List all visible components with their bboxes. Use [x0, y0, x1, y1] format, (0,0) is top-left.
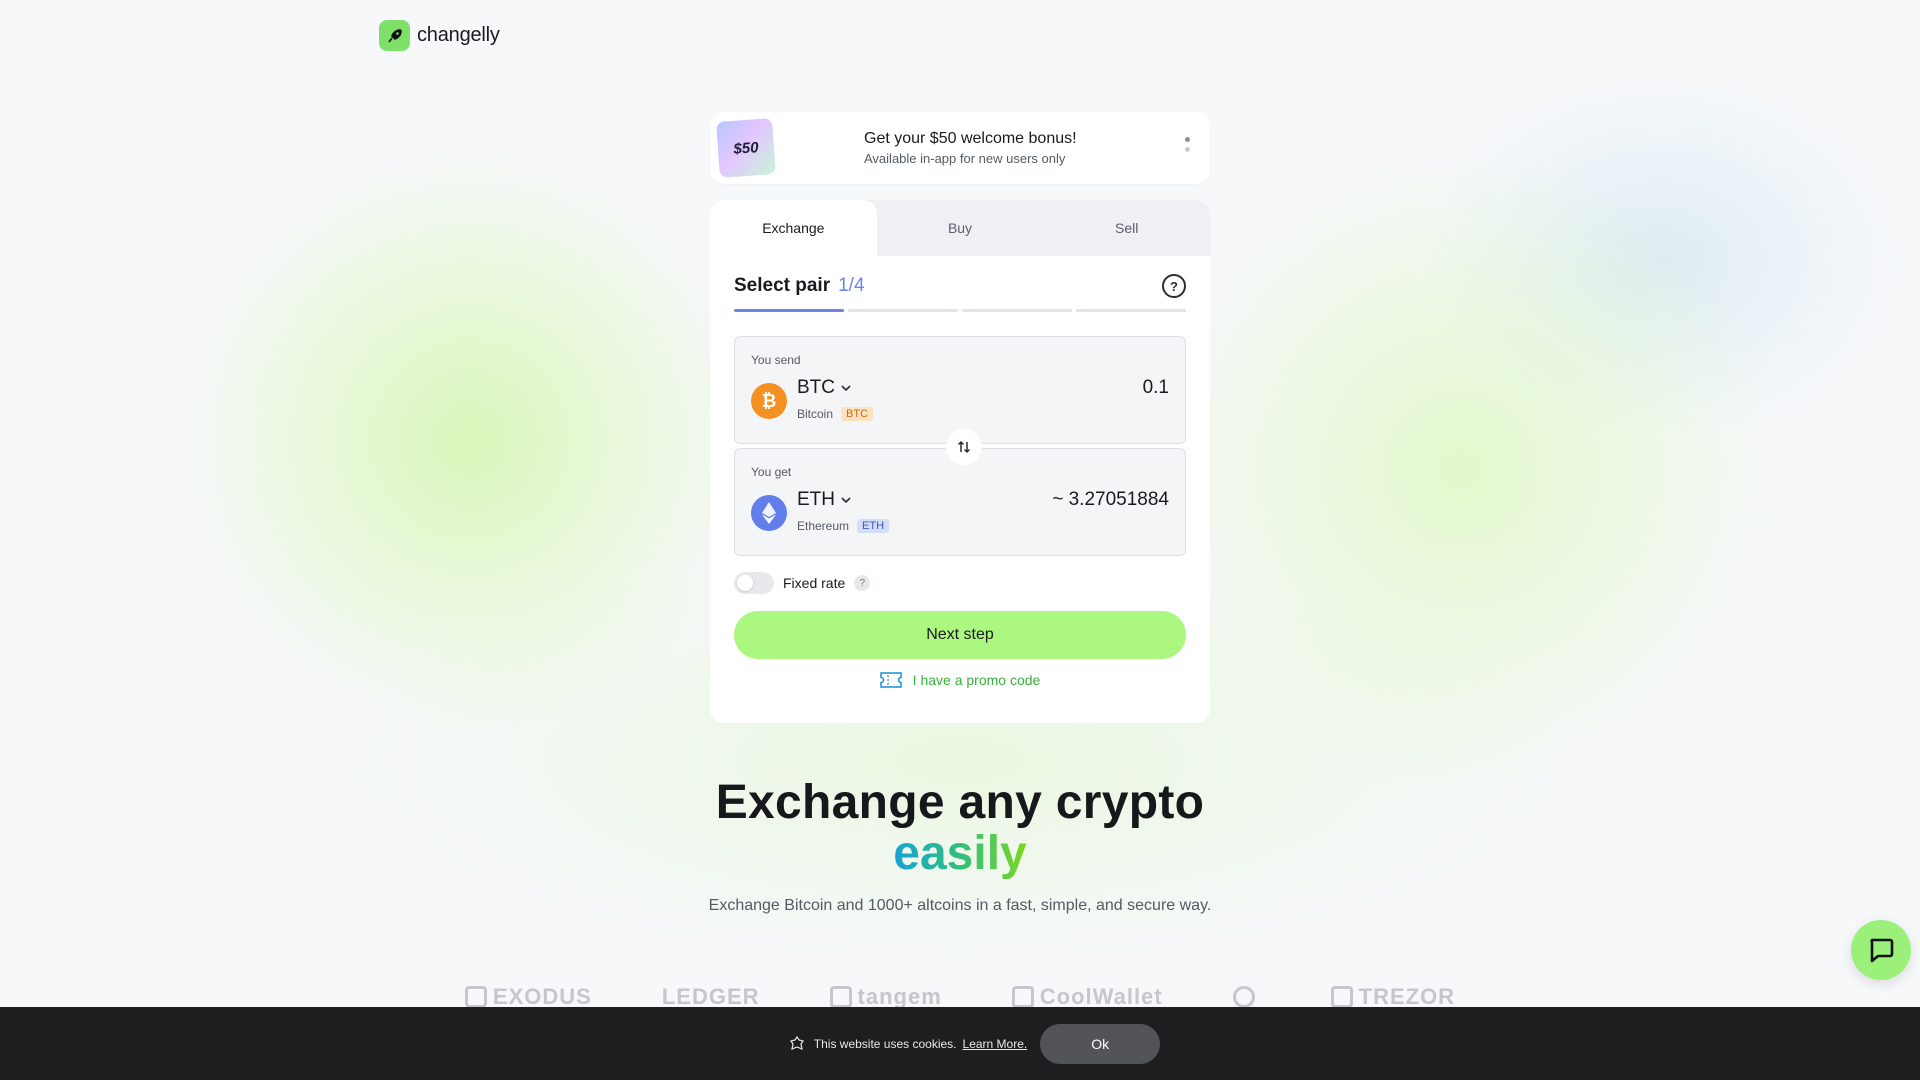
exchange-widget: Exchange Buy Sell Select pair 1/4 ? You … — [710, 200, 1210, 723]
progress-segment — [962, 309, 1072, 312]
hero-subtitle: Exchange Bitcoin and 1000+ altcoins in a… — [708, 897, 1212, 914]
tab-exchange[interactable]: Exchange — [710, 200, 877, 256]
send-label: You send — [751, 353, 801, 367]
ethereum-icon — [751, 495, 787, 531]
chevron-down-icon — [841, 496, 851, 503]
get-label: You get — [751, 465, 792, 479]
widget-tabs: Exchange Buy Sell — [710, 200, 1210, 256]
cookie-icon — [789, 1035, 804, 1050]
hero-accent: easily — [0, 826, 1920, 881]
partner-logo-tangem: tangem — [829, 985, 942, 1009]
send-currency-select[interactable]: BTC — [797, 377, 851, 399]
get-coin-fullname: Ethereum — [797, 519, 850, 533]
next-step-button[interactable]: Next step — [734, 611, 1186, 659]
get-coin-name: Ethereum ETH — [797, 519, 890, 533]
cookie-text: This website uses cookies. — [813, 1036, 957, 1051]
partner-logos: EXODUS LEDGER tangem CoolWallet TREZOR — [0, 985, 1920, 1009]
ticket-icon — [879, 672, 902, 688]
get-amount-value: ~ 3.27051884 — [1052, 489, 1169, 510]
cookie-learn-more-link[interactable]: Learn More. — [963, 1037, 1028, 1051]
send-network-badge: BTC — [841, 407, 874, 421]
tab-buy[interactable]: Buy — [877, 200, 1044, 256]
partner-logo-exodus: EXODUS — [464, 985, 592, 1009]
hero-title: Exchange any crypto — [715, 776, 1205, 829]
progress-segment — [848, 309, 958, 312]
step-header: Select pair 1/4 ? — [734, 274, 1186, 298]
send-coin-name: Bitcoin BTC — [797, 407, 874, 421]
fixed-rate-label: Fixed rate — [783, 575, 846, 591]
banner-subtitle: Available in-app for new users only — [864, 151, 1066, 166]
bonus-thumbnail: $50 — [716, 118, 776, 178]
step-progress — [734, 309, 1186, 312]
send-ticker: BTC — [797, 377, 835, 398]
bitcoin-icon: ₿ — [751, 383, 787, 419]
welcome-bonus-banner[interactable]: $50 Get your $50 welcome bonus! Availabl… — [710, 112, 1210, 184]
cookie-ok-button[interactable]: Ok — [1040, 1023, 1161, 1064]
get-ticker: ETH — [797, 489, 835, 510]
partner-logo-coolwallet: CoolWallet — [1011, 985, 1163, 1009]
brand-name: changelly — [417, 24, 500, 46]
banner-title: Get your $50 welcome bonus! — [864, 130, 1077, 147]
promo-code-link[interactable]: I have a promo code — [710, 672, 1210, 688]
get-currency-select[interactable]: ETH — [797, 489, 851, 511]
cookie-banner: This website uses cookies. Learn More. O… — [0, 1007, 1920, 1080]
fixed-rate-toggle[interactable] — [734, 572, 774, 594]
cookie-content: This website uses cookies. Learn More. O… — [789, 1023, 1161, 1064]
step-title: Select pair — [734, 275, 831, 296]
chevron-down-icon — [841, 384, 851, 391]
progress-segment — [1076, 309, 1186, 312]
fixed-rate-help-icon[interactable]: ? — [854, 575, 871, 591]
partner-logo-ledger: LEDGER — [661, 985, 760, 1009]
tab-sell[interactable]: Sell — [1043, 200, 1210, 256]
partner-logo-circle — [1232, 985, 1261, 1009]
brand-logo[interactable]: changelly — [379, 20, 500, 51]
send-amount-input[interactable] — [989, 377, 1169, 399]
swap-currencies-button[interactable] — [946, 429, 982, 465]
send-coin-fullname: Bitcoin — [797, 407, 834, 421]
swap-arrows-icon — [957, 440, 971, 454]
chat-bubble-icon — [1870, 938, 1894, 963]
banner-text: Get your $50 welcome bonus! Available in… — [864, 130, 1077, 166]
step-count: 1/4 — [838, 275, 865, 296]
help-circle-icon[interactable]: ? — [1162, 274, 1186, 298]
hero-accent-text: easily — [893, 827, 1027, 880]
banner-pagination-dots[interactable] — [1185, 137, 1190, 152]
fixed-rate-row: Fixed rate ? — [734, 572, 871, 594]
rocket-icon — [379, 20, 410, 51]
get-network-badge: ETH — [857, 519, 890, 533]
promo-code-text: I have a promo code — [912, 672, 1041, 688]
send-field: You send ₿ BTC Bitcoin BTC — [734, 336, 1186, 444]
chat-support-button[interactable] — [1851, 920, 1911, 980]
progress-segment — [734, 309, 844, 312]
partner-logo-trezor: TREZOR — [1330, 985, 1455, 1009]
